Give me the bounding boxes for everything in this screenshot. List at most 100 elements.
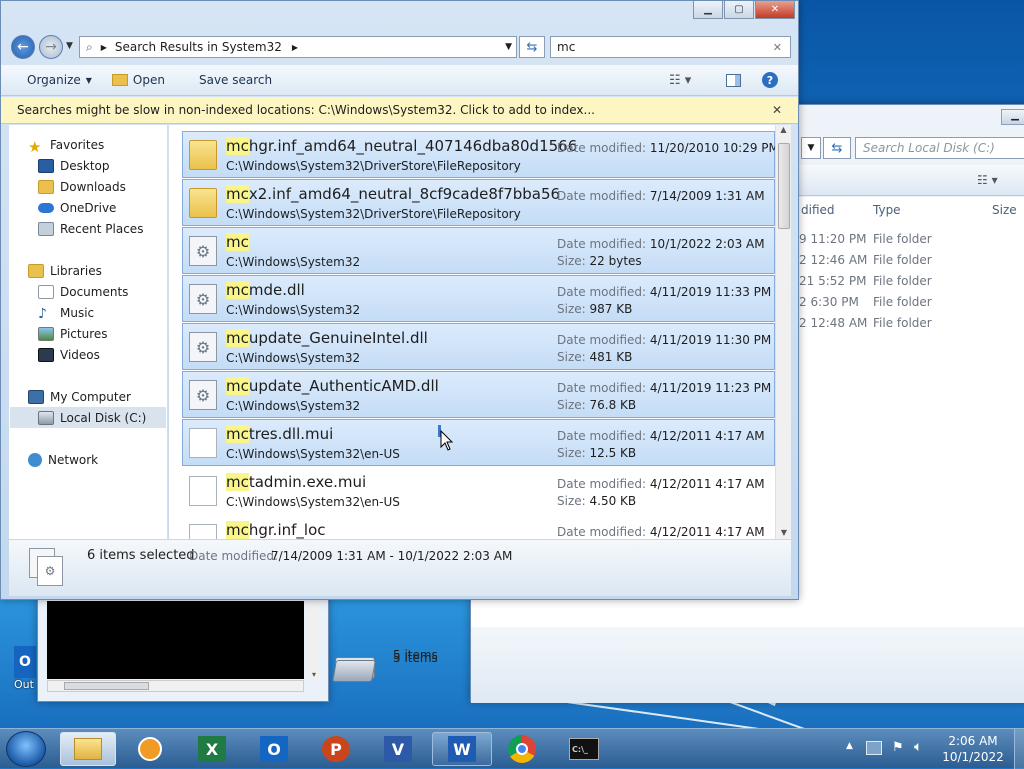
bg-address-dropdown[interactable]: ▼: [801, 137, 821, 159]
close-button[interactable]: ✕: [755, 1, 795, 19]
nav-my-computer[interactable]: My Computer: [28, 386, 131, 407]
results-scrollbar[interactable]: ▲ ▼: [775, 125, 791, 539]
hscroll-thumb[interactable]: [64, 682, 149, 690]
bg-minimize-button[interactable]: ▁: [1001, 109, 1024, 125]
size-label: Size:: [557, 446, 586, 460]
help-icon[interactable]: ?: [762, 72, 778, 88]
nav-music[interactable]: ♪ Music: [38, 302, 94, 323]
bg-row[interactable]: 21 5:52 PM File folder: [799, 274, 1024, 294]
bg-refresh-button[interactable]: ⇆: [823, 137, 851, 159]
taskbar-explorer[interactable]: [60, 732, 116, 766]
taskbar-chrome[interactable]: [494, 732, 550, 766]
views-icon[interactable]: ☷ ▾: [669, 73, 691, 88]
bg-col-modified[interactable]: dified: [801, 203, 835, 217]
clock[interactable]: 2:06 AM 10/1/2022: [938, 733, 1008, 765]
preview-pane-icon[interactable]: [726, 74, 741, 87]
bg-views-icon[interactable]: ☷ ▾: [977, 173, 998, 187]
search-result-row[interactable]: ⚙ mcupdate_GenuineIntel.dll C:\Windows\Sys…: [182, 323, 775, 370]
result-date-modified: Date modified: 7/14/2009 1:31 AM: [557, 189, 765, 203]
address-bar[interactable]: ⌕ ▶ Search Results in System32 ▶ ▼: [79, 36, 517, 58]
search-match-highlight: mc: [226, 473, 249, 491]
organize-button[interactable]: Organize ▼: [17, 73, 102, 87]
nav-network[interactable]: Network: [28, 449, 98, 470]
search-result-row[interactable]: mctres.dll.mui C:\Windows\System32\en-US D…: [182, 419, 775, 466]
dll-icon: ⚙: [189, 380, 217, 410]
search-result-row[interactable]: mctadmin.exe.mui C:\Windows\System32\en-U…: [182, 467, 775, 514]
scroll-thumb[interactable]: [778, 143, 790, 229]
nav-documents[interactable]: Documents: [38, 281, 128, 302]
action-center-icon[interactable]: ⚑: [892, 740, 904, 755]
nav-desktop[interactable]: Desktop: [38, 155, 110, 176]
nav-videos[interactable]: Videos: [38, 344, 100, 365]
size-value: 481 KB: [589, 350, 633, 364]
preview-hscroll[interactable]: [47, 680, 304, 692]
forward-button[interactable]: →: [39, 35, 63, 59]
show-desktop-button[interactable]: [1014, 729, 1024, 769]
taskbar-outlook[interactable]: O: [246, 732, 302, 766]
search-result-row[interactable]: mchgr.inf_loc Date modified: 4/12/2011 4:…: [182, 515, 775, 539]
history-dropdown-icon[interactable]: ▼: [66, 41, 73, 51]
taskbar-excel[interactable]: X: [184, 732, 240, 766]
nav-local-disk[interactable]: Local Disk (C:): [10, 407, 166, 428]
scroll-up-icon[interactable]: ▲: [776, 125, 791, 134]
back-button[interactable]: ←: [11, 35, 35, 59]
info-bar-close-icon[interactable]: ✕: [772, 103, 782, 117]
result-path: C:\Windows\System32: [226, 303, 361, 317]
word-icon: W: [448, 736, 476, 762]
maximize-button[interactable]: ▢: [724, 1, 754, 19]
taskbar-media-player[interactable]: [122, 732, 178, 766]
bg-col-size[interactable]: Size: [992, 203, 1017, 217]
clear-search-icon[interactable]: ✕: [773, 41, 782, 54]
network-tray-icon[interactable]: [866, 741, 882, 755]
bg-col-type[interactable]: Type: [873, 203, 901, 217]
taskbar-visio[interactable]: V: [370, 732, 426, 766]
breadcrumb-arrow-icon[interactable]: ▶: [101, 43, 107, 52]
minimize-button[interactable]: ▁: [693, 1, 723, 19]
preview-vscroll[interactable]: ▾: [308, 601, 320, 679]
nav-libraries[interactable]: Libraries: [28, 260, 102, 281]
address-dropdown-icon[interactable]: ▼: [505, 42, 512, 52]
start-button[interactable]: [6, 731, 46, 767]
bg-search-input[interactable]: Search Local Disk (C:): [855, 137, 1024, 159]
bg-row[interactable]: 2 12:48 AM File folder: [799, 316, 1024, 336]
results-list: mchgr.inf_amd64_neutral_407146dba80d1566…: [169, 125, 791, 539]
search-input[interactable]: mc ✕: [550, 36, 791, 58]
size-value: 12.5 KB: [589, 446, 637, 460]
search-result-row[interactable]: mchgr.inf_amd64_neutral_407146dba80d1566…: [182, 131, 779, 178]
result-path: C:\Windows\System32: [226, 255, 361, 269]
refresh-button[interactable]: ⇆: [519, 36, 545, 58]
folder-open-icon: [111, 74, 128, 86]
bg-row[interactable]: 2 6:30 PM File folder: [799, 295, 1024, 315]
bg-row[interactable]: 2 12:46 AM File folder: [799, 253, 1024, 273]
folder-icon: [189, 188, 217, 218]
save-search-button[interactable]: Save search: [189, 73, 282, 87]
search-result-row[interactable]: mcx2.inf_amd64_neutral_8cf9cade8f7bba56 C…: [182, 179, 775, 226]
command-bar: Organize ▼ Open Save search ☷ ▾ ?: [1, 65, 798, 96]
desktop-icon: [38, 158, 54, 173]
info-bar[interactable]: Searches might be slow in non-indexed lo…: [1, 97, 798, 124]
size-value: 22 bytes: [589, 254, 642, 268]
selection-count: 6 items selected: [87, 548, 195, 563]
search-result-row[interactable]: ⚙ mcupdate_AuthenticAMD.dll C:\Windows\Sys…: [182, 371, 775, 418]
nav-onedrive[interactable]: OneDrive: [38, 197, 116, 218]
volume-icon[interactable]: 🔈︎: [914, 739, 922, 755]
nav-pictures[interactable]: Pictures: [38, 323, 108, 344]
search-result-row[interactable]: ⚙ mcmde.dll C:\Windows\System32 Date modifi…: [182, 275, 775, 322]
result-filename-rest: update_AuthenticAMD.dll: [248, 377, 439, 395]
taskbar-powerpoint[interactable]: P: [308, 732, 364, 766]
search-match-highlight: mc: [226, 329, 249, 347]
nav-recent-places[interactable]: Recent Places: [38, 218, 143, 239]
computer-icon: [28, 389, 44, 404]
nav-favorites[interactable]: ★ Favorites: [28, 134, 104, 156]
open-button[interactable]: Open: [102, 73, 175, 87]
breadcrumb[interactable]: Search Results in System32: [115, 40, 282, 54]
breadcrumb-arrow-icon[interactable]: ▶: [292, 43, 298, 52]
nav-downloads[interactable]: Downloads: [38, 176, 126, 197]
taskbar-word[interactable]: W: [432, 732, 492, 766]
show-hidden-icons[interactable]: ▲: [846, 741, 853, 751]
bg-row[interactable]: 9 11:20 PM File folder: [799, 232, 1024, 252]
size-value: 987 KB: [589, 302, 633, 316]
search-result-row[interactable]: ⚙ mc C:\Windows\System32 Date modified: 10/…: [182, 227, 775, 274]
taskbar-cmd[interactable]: C:\_: [556, 732, 612, 766]
scroll-down-icon[interactable]: ▼: [776, 528, 792, 537]
